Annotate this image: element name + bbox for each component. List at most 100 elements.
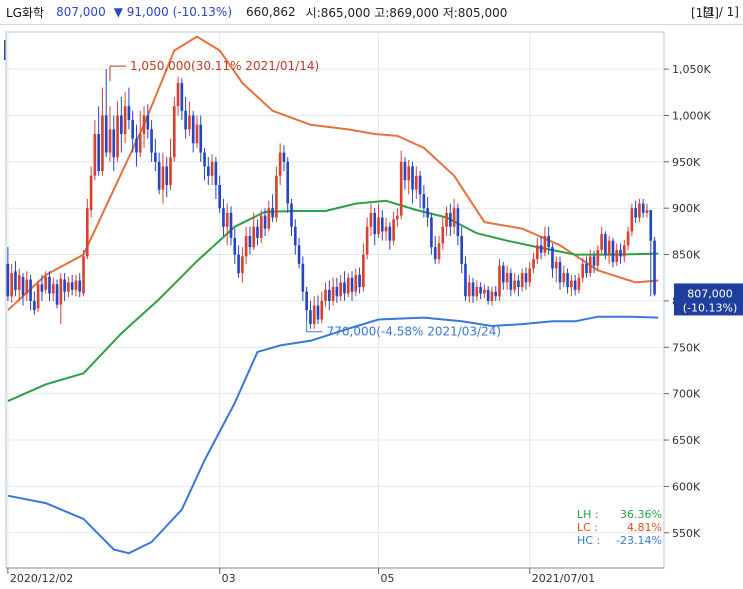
candle-body bbox=[475, 287, 479, 297]
y-tick-label: 950K bbox=[672, 156, 701, 169]
candle-body bbox=[214, 161, 218, 186]
candle-body bbox=[199, 124, 203, 153]
stat-value: 4.81% bbox=[627, 521, 662, 534]
candle-body bbox=[309, 310, 312, 325]
candle-body bbox=[350, 277, 354, 292]
candle-body bbox=[93, 134, 97, 176]
x-tick-label: 2020/12/02 bbox=[10, 572, 73, 585]
candle-body bbox=[248, 236, 252, 248]
page-indicator[interactable]: [1 / 1] bbox=[703, 5, 739, 19]
candle-body bbox=[558, 261, 562, 283]
candle-body bbox=[10, 273, 13, 297]
candle-body bbox=[441, 226, 445, 244]
candle-body bbox=[33, 300, 36, 311]
candle-body bbox=[14, 271, 17, 290]
candle-body bbox=[256, 226, 259, 238]
candle-body bbox=[513, 280, 516, 290]
grid-lines bbox=[5, 31, 665, 569]
candle-body bbox=[286, 161, 290, 204]
candle-body bbox=[70, 282, 74, 290]
candle-body bbox=[505, 273, 509, 283]
candle-body bbox=[573, 280, 577, 290]
candle-body bbox=[339, 282, 342, 297]
candle-body bbox=[331, 287, 335, 301]
candle-body bbox=[180, 83, 184, 111]
last-price-pct: (-10.13%) bbox=[683, 301, 738, 314]
candle-body bbox=[638, 203, 641, 218]
candle-body bbox=[365, 226, 369, 255]
candle-body bbox=[150, 129, 153, 153]
candle-body bbox=[403, 161, 407, 181]
candle-body bbox=[120, 115, 123, 135]
candle-body bbox=[362, 254, 365, 288]
candle-body bbox=[146, 115, 150, 130]
candle-body bbox=[449, 212, 452, 227]
candle-body bbox=[467, 282, 471, 297]
y-tick-label: 550K bbox=[672, 527, 701, 540]
candle-body bbox=[161, 166, 165, 190]
candle-body bbox=[554, 261, 558, 269]
candle-body bbox=[297, 245, 301, 264]
candle-body bbox=[641, 203, 645, 213]
candle-body bbox=[562, 273, 566, 283]
candle-body bbox=[486, 289, 490, 301]
candle-body bbox=[282, 152, 286, 162]
candle-body bbox=[622, 245, 626, 257]
candle-body bbox=[188, 115, 191, 130]
y-tick-label: 650K bbox=[672, 434, 701, 447]
candle-body bbox=[517, 280, 520, 288]
candle-body bbox=[233, 237, 237, 255]
candle-body bbox=[418, 175, 422, 195]
candle-body bbox=[501, 265, 505, 283]
candle-body bbox=[358, 274, 361, 288]
candle-body bbox=[539, 245, 543, 253]
candle-body bbox=[259, 215, 263, 238]
candle-body bbox=[414, 175, 418, 190]
candle-body bbox=[142, 115, 146, 135]
stat-key: HC : bbox=[577, 534, 600, 547]
candle-body bbox=[222, 208, 225, 227]
candle-body bbox=[422, 194, 426, 209]
candle-body bbox=[411, 166, 414, 190]
candle-body bbox=[237, 254, 240, 274]
candle-body bbox=[157, 161, 161, 190]
candle-body bbox=[293, 226, 297, 246]
candle-body bbox=[607, 240, 611, 255]
candle-body bbox=[67, 282, 70, 292]
candle-body bbox=[445, 212, 448, 227]
candle-body bbox=[131, 120, 135, 139]
candle-body bbox=[543, 236, 547, 253]
x-tick-label: 03 bbox=[222, 572, 236, 585]
candle-body bbox=[154, 152, 157, 162]
candle-body bbox=[509, 273, 513, 290]
candle-body bbox=[399, 161, 403, 216]
candle-body bbox=[596, 249, 600, 266]
candle-body bbox=[301, 263, 305, 292]
candle-body bbox=[44, 276, 48, 290]
candle-body bbox=[566, 273, 569, 288]
price-chart[interactable]: 가격BB_상한선(80,2.00)BB_중심선BB_하한선 550K600K65… bbox=[0, 26, 743, 589]
candle-body bbox=[108, 129, 112, 153]
y-tick-label: 900K bbox=[672, 202, 701, 215]
candle-body bbox=[40, 284, 44, 292]
candle-body bbox=[585, 263, 588, 274]
candle-body bbox=[611, 240, 615, 262]
candle-body bbox=[377, 217, 380, 235]
candle-body bbox=[25, 279, 29, 294]
candle-body bbox=[267, 208, 271, 229]
candle-body bbox=[21, 276, 25, 296]
last-price-value: 807,000 bbox=[687, 287, 733, 300]
candle-body bbox=[604, 234, 607, 255]
candle-body bbox=[59, 278, 63, 305]
stat-key: LH : bbox=[577, 508, 599, 521]
candle-body bbox=[172, 106, 176, 158]
y-tick-label: 700K bbox=[672, 388, 701, 401]
candle-body bbox=[138, 134, 142, 153]
candle-body bbox=[479, 287, 482, 294]
candle-body bbox=[369, 212, 373, 227]
candle-body bbox=[135, 138, 138, 153]
candle-body bbox=[89, 175, 93, 211]
candle-body bbox=[460, 236, 464, 264]
candle-body bbox=[78, 280, 82, 292]
candle-body bbox=[6, 263, 10, 297]
